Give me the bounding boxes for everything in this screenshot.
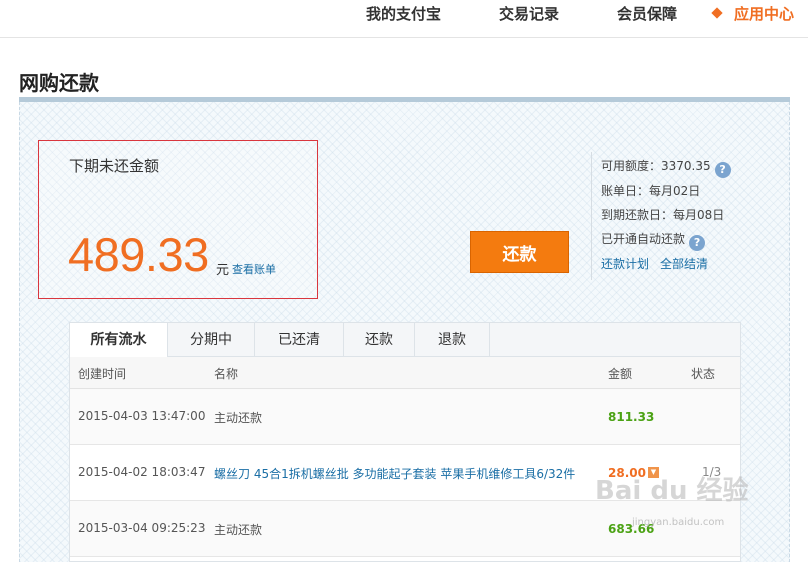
available-credit: 可用额度：3370.35? [601, 157, 731, 178]
info-divider [591, 152, 592, 280]
nav-member-protection[interactable]: 会员保障 [617, 3, 677, 24]
row-amount: 28.00 [608, 466, 646, 480]
header-created-time: 创建时间 [78, 367, 127, 381]
row-amount: 811.33 [608, 410, 655, 424]
expand-dropdown-icon[interactable]: ▼ [648, 467, 659, 478]
row-time: 2015-04-03 13:47:00 [78, 409, 206, 423]
due-amount-panel: 下期未还金额 489.33 元 查看账单 [38, 140, 318, 299]
row-amount: 683.66 [608, 522, 655, 536]
page-title: 网购还款 [19, 71, 99, 95]
table-row[interactable]: 2015-04-03 13:47:00 主动还款 811.33 [70, 389, 740, 445]
bill-day: 账单日：每月02日 [601, 184, 701, 198]
table-header: 创建时间 名称 金额 状态 [70, 357, 740, 389]
row-status: 1/3 [702, 465, 722, 479]
row-name-link[interactable]: 螺丝刀 45合1拆机螺丝批 多功能起子套装 苹果手机维修工具6/32件 [214, 465, 575, 482]
nav-app-center[interactable]: 应用中心 [734, 3, 794, 24]
header-status: 状态 [691, 367, 716, 381]
auto-repay-status: 已开通自动还款? [601, 230, 706, 251]
tab-bar: 所有流水 分期中 已还清 还款 退款 [70, 323, 740, 358]
nav-my-alipay[interactable]: 我的支付宝 [366, 3, 441, 24]
row-name: 主动还款 [214, 523, 263, 537]
top-navigation: 我的支付宝 交易记录 会员保障 应用中心 [0, 0, 808, 38]
help-icon[interactable]: ? [689, 235, 706, 251]
header-amount: 金额 [608, 367, 633, 381]
row-name: 主动还款 [214, 411, 263, 425]
header-name: 名称 [214, 367, 239, 381]
table-row[interactable]: 2015-03-04 09:25:23 主动还款 683.66 [70, 501, 740, 557]
repay-plan-link[interactable]: 还款计划 [601, 255, 649, 272]
tab-refunds[interactable]: 退款 [415, 323, 490, 357]
tab-repayments[interactable]: 还款 [344, 323, 415, 357]
table-row[interactable]: 2015-04-02 18:03:47 螺丝刀 45合1拆机螺丝批 多功能起子套… [70, 445, 740, 501]
tab-paid-off[interactable]: 已还清 [255, 323, 344, 357]
due-amount-value: 489.33 [68, 228, 209, 281]
tab-all-records[interactable]: 所有流水 [70, 323, 168, 358]
auto-repay-text: 已开通自动还款 [601, 232, 686, 246]
row-time: 2015-04-02 18:03:47 [78, 465, 206, 479]
currency-unit: 元 [216, 263, 230, 278]
available-credit-text: 可用额度：3370.35 [601, 159, 711, 173]
due-amount-label: 下期未还金额 [69, 157, 160, 175]
row-time: 2015-03-04 09:25:23 [78, 521, 206, 535]
view-bill-link[interactable]: 查看账单 [232, 261, 276, 277]
help-icon[interactable]: ? [714, 162, 731, 178]
nav-transactions[interactable]: 交易记录 [499, 3, 559, 24]
tab-installments[interactable]: 分期中 [168, 323, 255, 357]
repay-button[interactable]: 还款 [470, 231, 569, 273]
settle-all-link[interactable]: 全部结清 [660, 255, 708, 272]
active-indicator-icon [711, 7, 723, 19]
due-day: 到期还款日：每月08日 [601, 208, 725, 222]
transactions-panel: 所有流水 分期中 已还清 还款 退款 创建时间 名称 金额 状态 2015-04… [69, 322, 741, 562]
